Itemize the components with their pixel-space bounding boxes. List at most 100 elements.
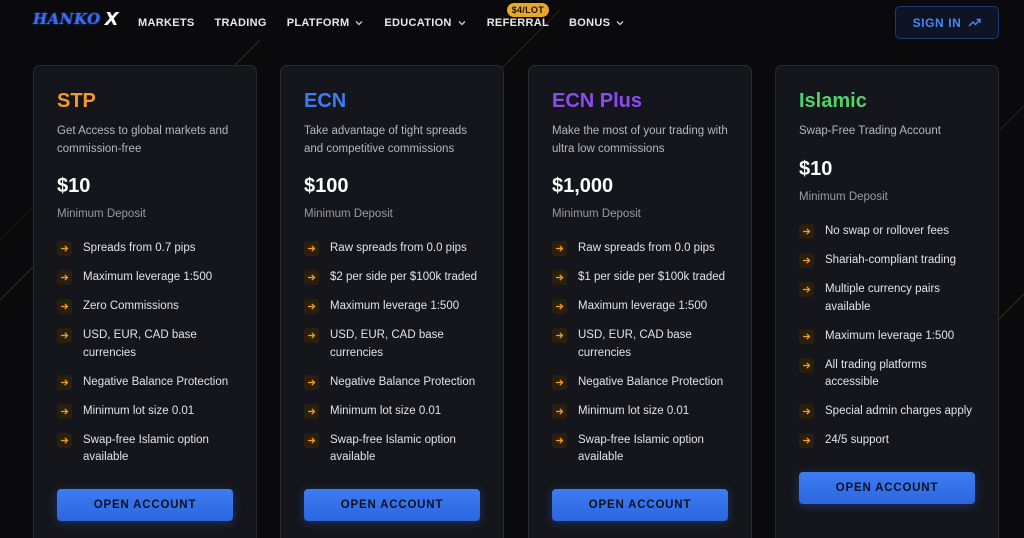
arrow-right-icon (799, 328, 814, 344)
account-card-ecn: ECN Take advantage of tight spreads and c… (280, 65, 504, 538)
feature-item: Negative Balance Protection (57, 374, 239, 392)
feature-item: Raw spreads from 0.0 pips (552, 240, 734, 258)
open-account-label: OPEN ACCOUNT (93, 499, 197, 511)
feature-text: Swap-free Islamic option available (330, 433, 456, 464)
feature-text: Shariah-compliant trading (825, 254, 957, 266)
nav-trading-label: TRADING (214, 17, 267, 29)
min-deposit-label: Minimum Deposit (304, 208, 393, 220)
feature-text: Negative Balance Protection (330, 375, 476, 388)
feature-text: USD, EUR, CAD base currencies (83, 329, 197, 359)
feature-item: Maximum leverage 1:500 (552, 298, 734, 316)
logo[interactable]: HANKO X (33, 7, 119, 31)
feature-text: USD, EUR, CAD base currencies (330, 329, 444, 359)
feature-list: Raw spreads from 0.0 pips $2 per side per… (304, 240, 486, 478)
sign-in-button[interactable]: SIGN IN (895, 6, 999, 39)
card-price: $1,000 (552, 175, 614, 197)
feature-text: Special admin charges apply (825, 405, 973, 417)
arrow-right-icon (552, 241, 567, 256)
feature-text: $2 per side per $100k traded (330, 271, 478, 283)
feature-text: Minimum lot size 0.01 (578, 404, 690, 417)
feature-list: Spreads from 0.7 pips Maximum leverage 1:… (57, 240, 239, 478)
nav-referral[interactable]: REFERRAL $4/LOT (486, 3, 549, 29)
feature-text: Maximum leverage 1:500 (330, 300, 460, 312)
nav-platform-label: PLATFORM (286, 17, 350, 29)
feature-item: Maximum leverage 1:500 (57, 269, 239, 287)
feature-item: USD, EUR, CAD base currencies (552, 327, 734, 362)
nav-markets-label: MARKETS (138, 17, 195, 29)
feature-item: Zero Commissions (57, 298, 239, 316)
logo-text: HANKO (33, 10, 101, 28)
nav-education[interactable]: EDUCATION (384, 17, 466, 29)
feature-text: Swap-free Islamic option available (83, 433, 209, 464)
logo-x: X (104, 8, 119, 30)
feature-text: No swap or rollover fees (825, 225, 949, 237)
arrow-right-icon (57, 270, 72, 285)
feature-text: USD, EUR, CAD base currencies (578, 329, 692, 359)
card-price: $10 (799, 158, 833, 180)
feature-item: Maximum leverage 1:500 (304, 298, 486, 316)
card-title: ECN (304, 90, 347, 112)
arrow-right-icon (552, 403, 567, 419)
nav-platform[interactable]: PLATFORM (287, 17, 365, 29)
chevron-down-icon (355, 21, 363, 26)
feature-text: Spreads from 0.7 pips (83, 242, 196, 254)
referral-badge: $4/LOT (506, 3, 549, 17)
nav-education-label: EDUCATION (384, 17, 452, 29)
card-price: $100 (304, 175, 349, 197)
trending-up-icon (968, 18, 982, 27)
open-account-button[interactable]: OPEN ACCOUNT (552, 489, 728, 521)
arrow-right-icon (552, 328, 567, 343)
arrow-right-icon (57, 328, 72, 343)
nav-trading[interactable]: TRADING (215, 17, 267, 29)
chevron-down-icon (458, 21, 466, 26)
nav-markets[interactable]: MARKETS (138, 17, 195, 29)
feature-text: $1 per side per $100k traded (578, 271, 726, 283)
arrow-right-icon (304, 328, 319, 343)
card-description: Make the most of your trading with ultra… (552, 125, 728, 155)
open-account-label: OPEN ACCOUNT (588, 499, 692, 511)
feature-item: Raw spreads from 0.0 pips (304, 240, 486, 258)
account-card-ecn-plus: ECN Plus Make the most of your trading wi… (528, 65, 752, 538)
feature-item: 24/5 support (799, 432, 981, 450)
arrow-right-icon (799, 282, 814, 297)
feature-item: $2 per side per $100k traded (304, 269, 486, 287)
feature-item: Swap-free Islamic option available (57, 432, 239, 467)
card-price: $10 (57, 175, 91, 197)
chevron-down-icon (616, 21, 624, 26)
feature-text: Minimum lot size 0.01 (83, 404, 195, 417)
open-account-button[interactable]: OPEN ACCOUNT (799, 472, 975, 504)
feature-list: No swap or rollover fees Shariah-complian… (799, 223, 981, 461)
arrow-right-icon (799, 357, 814, 373)
feature-item: Multiple currency pairs available (799, 281, 981, 316)
account-card-islamic: Islamic Swap-Free Trading Account $10 Minim… (775, 65, 999, 538)
feature-item: Negative Balance Protection (552, 374, 734, 392)
arrow-right-icon (304, 374, 319, 390)
arrow-right-icon (552, 432, 567, 448)
feature-text: Raw spreads from 0.0 pips (330, 242, 467, 254)
feature-item: USD, EUR, CAD base currencies (304, 327, 486, 362)
arrow-right-icon (799, 253, 814, 268)
card-description: Take advantage of tight spreads and comp… (304, 125, 468, 155)
feature-text: Swap-free Islamic option available (578, 433, 704, 464)
arrow-right-icon (799, 224, 814, 239)
open-account-label: OPEN ACCOUNT (835, 482, 939, 494)
feature-text: 24/5 support (825, 434, 889, 446)
nav-bonus[interactable]: BONUS (569, 17, 625, 29)
arrow-right-icon (304, 432, 319, 448)
card-title: ECN Plus (552, 90, 643, 112)
feature-text: Maximum leverage 1:500 (578, 300, 708, 312)
feature-item: Minimum lot size 0.01 (57, 403, 239, 421)
feature-item: All trading platforms accessible (799, 357, 981, 392)
sign-in-label: SIGN IN (912, 15, 962, 30)
card-title: STP (57, 90, 96, 112)
arrow-right-icon (552, 270, 567, 285)
arrow-right-icon (304, 270, 319, 285)
arrow-right-icon (552, 374, 567, 390)
open-account-button[interactable]: OPEN ACCOUNT (304, 489, 480, 521)
card-title: Islamic (799, 90, 867, 112)
feature-item: Minimum lot size 0.01 (552, 403, 734, 421)
feature-item: Negative Balance Protection (304, 374, 486, 392)
open-account-button[interactable]: OPEN ACCOUNT (57, 489, 233, 521)
nav-referral-label: REFERRAL (486, 17, 549, 29)
arrow-right-icon (57, 241, 72, 256)
